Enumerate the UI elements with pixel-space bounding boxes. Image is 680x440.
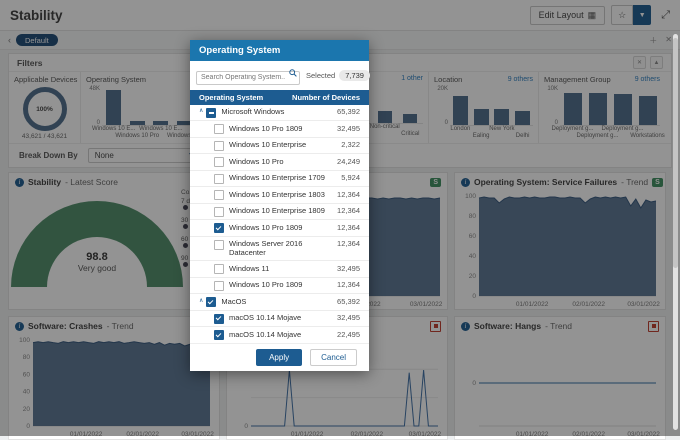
os-count: 12,364 [337,239,360,248]
os-row[interactable]: Windows 11 32,495 [190,261,369,278]
checkbox[interactable] [214,264,224,274]
os-label: Windows 10 Enterprise 1709 [229,173,337,182]
os-label: macOS 10.14 Mojave [229,330,333,339]
cancel-button[interactable]: Cancel [310,349,357,366]
checkbox[interactable] [214,141,224,151]
os-row[interactable]: Windows 10 Enterprise 2,322 [190,138,369,155]
os-label: MacOS [221,297,333,306]
chevron-up-icon[interactable]: ∧ [199,297,203,306]
checkbox[interactable] [214,223,224,233]
os-label: Windows 10 Pro 1809 [229,223,333,232]
checkbox[interactable] [214,190,224,200]
os-label: Microsoft Windows [221,107,333,116]
os-row[interactable]: Windows 10 Pro 24,249 [190,154,369,171]
os-row[interactable]: Windows 10 Enterprise 1709 5,924 [190,171,369,188]
os-row[interactable]: Windows 10 Pro 1809 32,495 [190,121,369,138]
os-row[interactable]: Windows 10 Pro 1809 12,364 [190,220,369,237]
os-label: Windows 11 [229,264,333,273]
checkbox[interactable] [206,108,216,118]
os-count: 12,364 [337,280,360,289]
os-row[interactable]: macOS 10.14 Mojave 22,495 [190,327,369,343]
chevron-up-icon[interactable]: ∧ [199,107,203,116]
apply-button[interactable]: Apply [256,349,302,366]
os-count: 32,495 [337,313,360,322]
operating-system-modal: Operating System Selected 7,739 Operatin… [190,40,369,371]
os-count: 32,495 [337,124,360,133]
os-row[interactable]: Windows 10 Pro 1809 12,364 [190,278,369,295]
os-label: Windows 10 Enterprise 1803 [229,190,333,199]
os-count: 12,364 [337,223,360,232]
search-icon [289,69,297,77]
search-input[interactable] [196,71,300,85]
os-label: Windows 10 Enterprise 1809 [229,206,333,215]
modal-table-header: Operating System Number of Devices [190,90,369,105]
os-label: Windows 10 Pro [229,157,333,166]
page-scrollbar[interactable] [673,34,678,430]
os-label: Windows 10 Pro 1809 [229,124,333,133]
checkbox[interactable] [214,330,224,340]
os-row[interactable]: ∧ Microsoft Windows 65,392 [190,105,369,122]
modal-title: Operating System [190,40,369,61]
selected-label: Selected [306,71,335,80]
os-row[interactable]: Windows 10 Enterprise 1809 12,364 [190,204,369,221]
os-row[interactable]: ∧ MacOS 65,392 [190,294,369,311]
os-count: 2,322 [341,140,360,149]
checkbox[interactable] [214,314,224,324]
os-count: 12,364 [337,190,360,199]
checkbox[interactable] [214,124,224,134]
os-row[interactable]: Windows 10 Enterprise 1803 12,364 [190,187,369,204]
os-count: 32,495 [337,264,360,273]
os-count: 65,392 [337,297,360,306]
os-count: 12,364 [337,206,360,215]
os-row[interactable]: Windows Server 2016 Datacenter 12,364 [190,237,369,262]
os-count: 65,392 [337,107,360,116]
os-label: Windows Server 2016 Datacenter [229,239,333,258]
checkbox[interactable] [214,240,224,250]
checkbox[interactable] [214,281,224,291]
os-label: macOS 10.14 Mojave [229,313,333,322]
os-row[interactable]: macOS 10.14 Mojave 32,495 [190,311,369,328]
checkbox[interactable] [214,207,224,217]
checkbox[interactable] [206,297,216,307]
col-number-of-devices: Number of Devices [292,93,360,102]
scrollbar-thumb[interactable] [673,38,678,268]
checkbox[interactable] [214,174,224,184]
os-label: Windows 10 Enterprise [229,140,337,149]
os-count: 22,495 [337,330,360,339]
os-label: Windows 10 Pro 1809 [229,280,333,289]
os-list: ∧ Microsoft Windows 65,392 Windows 10 Pro 1… [190,105,369,344]
os-count: 5,924 [341,173,360,182]
selected-count-badge: 7,739 [339,70,370,81]
os-count: 24,249 [337,157,360,166]
checkbox[interactable] [214,157,224,167]
col-operating-system: Operating System [199,93,263,102]
